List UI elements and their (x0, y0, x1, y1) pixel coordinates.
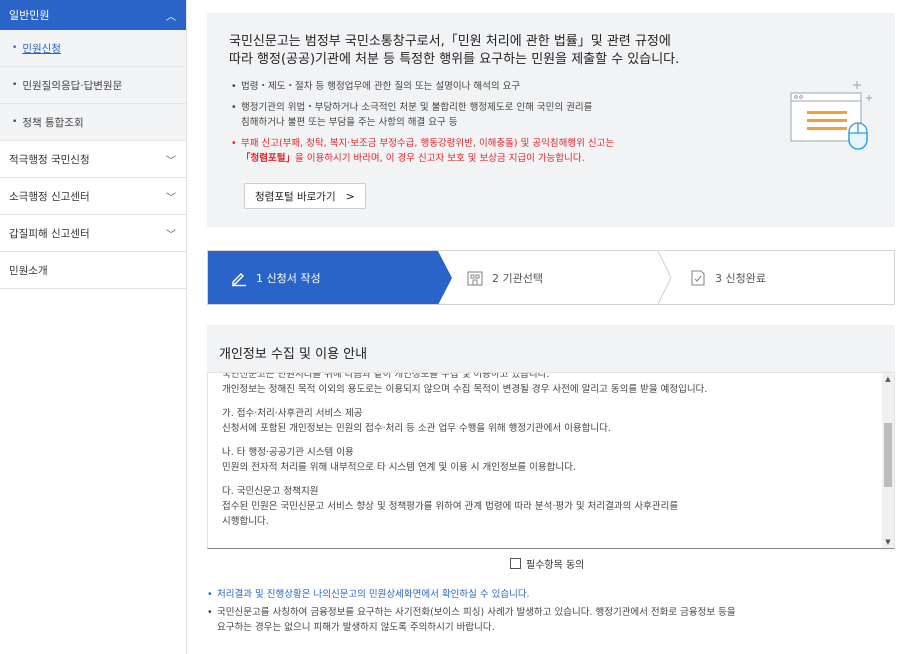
sidebar-item-active-admin[interactable]: 적극행정 국민신청 ﹀ (0, 141, 186, 178)
note-status: 처리결과 및 진행상황은 나의신문고의 민원상세화면에서 확인하실 수 있습니다… (207, 587, 897, 602)
sidebar-submenu: • 민원신청 • 민원질의응답·답변원문 • 정책 통합조회 (0, 30, 186, 141)
browser-window-illustration-icon (790, 81, 872, 150)
sidebar-item-label: 일반민원 (9, 9, 50, 22)
sidebar-item-label: 소극행정 신고센터 (9, 190, 90, 203)
sidebar-item-gapjil[interactable]: 갑질피해 신고센터 ﹀ (0, 215, 186, 252)
scrollbar-thumb[interactable] (884, 423, 892, 487)
sidebar-item-label: 적극행정 국민신청 (9, 153, 90, 166)
sidebar-item-passive-admin[interactable]: 소극행정 신고센터 ﹀ (0, 178, 186, 215)
sidebar-subitem-policy[interactable]: • 정책 통합조회 (0, 104, 186, 141)
step-3-complete: 3 신청완료 (671, 251, 894, 304)
portal-link-button[interactable]: 청렴포털 바로가기 > (244, 183, 366, 209)
bullet-icon: • (12, 43, 18, 53)
sidebar-item-general-civil[interactable]: 일반민원 ︿ (0, 0, 186, 30)
scroll-up-icon[interactable]: ▲ (882, 375, 894, 383)
sidebar-subitem-label: 민원신청 (22, 42, 61, 55)
privacy-notice: 개인정보 수집 및 이용 안내 국민신문고는 민원처리를 위해 다음과 같이 개… (207, 325, 895, 549)
step-label: 2 기관선택 (492, 271, 543, 285)
building-icon (466, 269, 484, 287)
sidebar-subitem-apply[interactable]: • 민원신청 (0, 30, 186, 67)
portal-name: 「청렴포털」 (241, 153, 295, 164)
sidebar-subitem-label: 민원질의응답·답변원문 (22, 79, 123, 92)
bullet-icon: • (12, 117, 18, 127)
privacy-content: 국민신문고는 민원처리를 위해 다음과 같이 개인정보를 수집 및 이용하고 있… (222, 372, 708, 527)
progress-steps: 1 신청서 작성 2 기관선택 3 신청완료 (207, 250, 895, 305)
privacy-scroll-box[interactable]: 국민신문고는 민원처리를 위해 다음과 같이 개인정보를 수집 및 이용하고 있… (207, 372, 895, 549)
sidebar-item-intro[interactable]: 민원소개 (0, 252, 186, 289)
scroll-down-icon[interactable]: ▼ (882, 538, 894, 546)
sidebar: 일반민원 ︿ • 민원신청 • 민원질의응답·답변원문 • 정책 통합조회 적극… (0, 0, 187, 654)
checkbox[interactable] (510, 558, 521, 569)
sidebar-subitem-qna[interactable]: • 민원질의응답·답변원문 (0, 67, 186, 104)
step-label: 1 신청서 작성 (256, 271, 321, 285)
step-2-select-agency: 2 기관선택 (438, 251, 672, 304)
sidebar-item-label: 민원소개 (9, 264, 48, 277)
sidebar-subitem-label: 정책 통합조회 (22, 116, 84, 129)
chevron-down-icon: ﹀ (166, 155, 176, 167)
chevron-down-icon: ﹀ (166, 229, 176, 241)
info-title: 국민신문고는 범정부 국민소통창구로서,「민원 처리에 관한 법률」및 관련 규… (229, 34, 680, 67)
bullet-icon: • (12, 80, 18, 90)
privacy-title: 개인정보 수집 및 이용 안내 (219, 347, 368, 362)
chevron-up-icon: ︿ (166, 11, 176, 23)
pencil-icon (230, 269, 248, 287)
scrollbar[interactable]: ▲ ▼ (882, 373, 894, 548)
note-phishing: 국민신문고를 사칭하여 금융정보를 요구하는 사기전화(보이스 피싱) 사례가 … (207, 605, 897, 635)
notes: 처리결과 및 진행상황은 나의신문고의 민원상세화면에서 확인하실 수 있습니다… (207, 587, 897, 638)
chevron-down-icon: ﹀ (166, 192, 176, 204)
sidebar-item-label: 갑질피해 신고센터 (9, 227, 90, 240)
chevron-right-icon: > (345, 189, 355, 203)
step-label: 3 신청완료 (715, 271, 766, 285)
agree-required-checkbox[interactable]: 필수항목 동의 (510, 556, 584, 571)
step-divider (658, 251, 672, 304)
agree-label: 필수항목 동의 (526, 560, 585, 571)
step-1-write-form: 1 신청서 작성 (208, 251, 452, 305)
info-panel: 국민신문고는 범정부 국민소통창구로서,「민원 처리에 관한 법률」및 관련 규… (207, 13, 895, 227)
check-document-icon (689, 269, 707, 287)
